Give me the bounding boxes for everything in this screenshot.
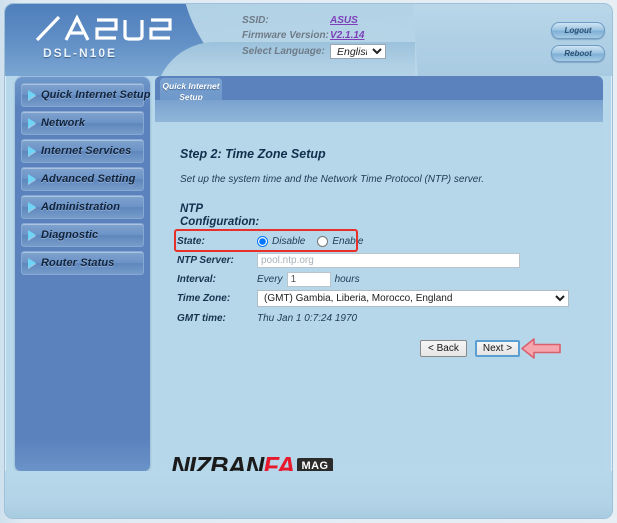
- triangle-right-icon: [28, 258, 36, 268]
- sidebar-item-label: Router Status: [41, 257, 115, 269]
- ntp-server-label: NTP Server:: [177, 255, 234, 266]
- radio-state-enable[interactable]: [317, 236, 329, 247]
- sidebar-item-internet-services[interactable]: Internet Services: [21, 139, 144, 163]
- ntp-server-input[interactable]: [257, 253, 520, 268]
- time-zone-select[interactable]: (GMT) Gambia, Liberia, Morocco, England: [257, 290, 569, 307]
- sidebar-item-quick-internet-setup[interactable]: Quick Internet Setup: [21, 83, 150, 107]
- sidebar-item-network[interactable]: Network: [21, 111, 144, 135]
- time-zone-control: (GMT) Gambia, Liberia, Morocco, England: [257, 290, 579, 307]
- watermark-part-izban: IZBAN: [188, 451, 264, 471]
- interval-prefix-label: Every: [257, 274, 283, 285]
- time-zone-label: Time Zone:: [177, 293, 231, 304]
- header-info: SSID: ASUS Firmware Version: V2.1.14 Sel…: [242, 13, 532, 61]
- reboot-button[interactable]: Reboot: [551, 45, 605, 62]
- watermark-part-n: N: [171, 451, 190, 471]
- form-row-time-zone: Time Zone: (GMT) Gambia, Liberia, Morocc…: [177, 289, 579, 308]
- select-language-label: Select Language:: [242, 46, 325, 57]
- sidebar-navigation: Quick Internet Setup Network Internet Se…: [15, 76, 150, 471]
- page-title: Step 2: Time Zone Setup: [180, 147, 326, 161]
- state-radio-group: Disable Enable: [257, 236, 579, 247]
- radio-state-disable[interactable]: [257, 236, 268, 247]
- ssid-label: SSID:: [242, 15, 269, 26]
- interval-suffix-label: hours: [334, 274, 360, 285]
- page-header: DSL-N10E SSID: ASUS Firmware Version: V2…: [5, 4, 612, 122]
- back-button[interactable]: < Back: [420, 340, 467, 357]
- sidebar-item-router-status[interactable]: Router Status: [21, 251, 144, 275]
- sidebar-item-label: Network: [41, 117, 86, 129]
- tab-strip: [155, 76, 603, 100]
- triangle-right-icon: [28, 230, 36, 240]
- state-label: State:: [177, 236, 205, 247]
- triangle-right-icon: [28, 146, 36, 156]
- triangle-right-icon: [28, 202, 36, 212]
- firmware-version-value[interactable]: V2.1.14: [330, 28, 364, 41]
- watermark-logo: NIZBANFA MAG: [171, 453, 333, 471]
- triangle-right-icon: [28, 90, 36, 100]
- main-content-panel: Step 2: Time Zone Setup Set up the syste…: [155, 122, 603, 471]
- sidebar-item-label: Diagnostic: [41, 229, 99, 241]
- ntp-server-control: [257, 253, 579, 268]
- sidebar-item-administration[interactable]: Administration: [21, 195, 144, 219]
- device-model: DSL-N10E: [43, 46, 118, 60]
- firmware-version-label: Firmware Version:: [242, 30, 329, 41]
- form-row-ntp-server: NTP Server:: [177, 251, 579, 270]
- gmt-time-label: GMT time:: [177, 313, 226, 324]
- asus-logo: [33, 12, 183, 46]
- browser-page: DSL-N10E SSID: ASUS Firmware Version: V2…: [0, 0, 617, 523]
- watermark-text: NIZBANFA: [171, 451, 295, 471]
- form-row-gmt-time: GMT time: Thu Jan 1 0:7:24 1970: [177, 309, 579, 328]
- language-select[interactable]: English: [330, 44, 386, 59]
- interval-input[interactable]: [286, 272, 331, 287]
- radio-enable-wrap[interactable]: Enable: [317, 236, 364, 247]
- logout-button[interactable]: Logout: [551, 22, 605, 39]
- page-description: Set up the system time and the Network T…: [180, 174, 485, 185]
- ssid-value[interactable]: ASUS: [330, 13, 358, 26]
- watermark-part-fa: FA: [263, 451, 295, 471]
- radio-state-enable-label: Enable: [332, 236, 364, 247]
- watermark-badge-mag: MAG: [297, 458, 333, 471]
- sidebar-item-label: Internet Services: [41, 145, 132, 157]
- interval-control: Every hours: [257, 272, 579, 287]
- triangle-right-icon: [28, 118, 36, 128]
- sidebar-item-label: Quick Internet Setup: [41, 89, 151, 101]
- header-info-row-language: Select Language: English: [242, 44, 532, 59]
- content-header-bar: [155, 100, 603, 122]
- sidebar-item-label: Advanced Setting: [41, 173, 136, 185]
- sidebar-item-label: Administration: [41, 201, 121, 213]
- arrow-left-annotation-icon: [520, 336, 562, 361]
- interval-label: Interval:: [177, 274, 216, 285]
- wizard-button-row: < Back Next >: [420, 340, 528, 357]
- header-info-row-ssid: SSID: ASUS: [242, 13, 532, 26]
- form-row-interval: Interval: Every hours: [177, 270, 579, 289]
- gmt-time-value: Thu Jan 1 0:7:24 1970: [257, 313, 358, 324]
- triangle-right-icon: [28, 174, 36, 184]
- section-heading-ntp-configuration: NTP Configuration:: [180, 203, 260, 228]
- sidebar-item-diagnostic[interactable]: Diagnostic: [21, 223, 144, 247]
- header-info-row-firmware: Firmware Version: V2.1.14: [242, 28, 532, 41]
- router-admin-frame: DSL-N10E SSID: ASUS Firmware Version: V2…: [4, 3, 613, 519]
- next-button[interactable]: Next >: [474, 340, 521, 357]
- form-row-state: State: Disable Enable: [177, 232, 579, 251]
- sidebar-item-advanced-setting[interactable]: Advanced Setting: [21, 167, 144, 191]
- radio-state-disable-label: Disable: [272, 236, 306, 247]
- radio-disable-wrap[interactable]: Disable: [257, 236, 305, 247]
- gmt-time-control: Thu Jan 1 0:7:24 1970: [257, 313, 579, 324]
- footer-bar: [5, 471, 612, 518]
